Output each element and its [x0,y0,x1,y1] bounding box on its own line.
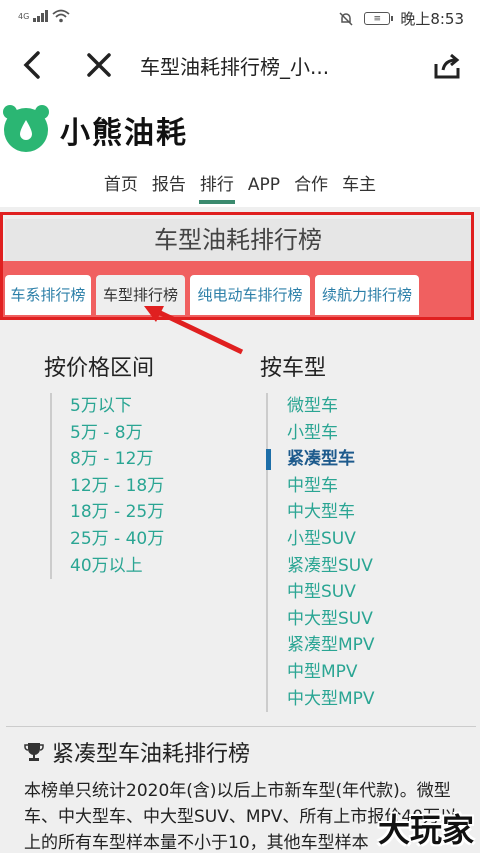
list-item[interactable]: 中大型MPV [287,686,426,713]
signal-icon [33,10,49,22]
list-item[interactable]: 中型MPV [287,659,426,686]
ranking-title: 车型油耗排行榜 [5,219,471,265]
list-item[interactable]: 40万以上 [70,553,210,580]
tab-range-ranking[interactable]: 续航力排行榜 [315,275,419,315]
nav-home[interactable]: 首页 [97,168,145,202]
list-item[interactable]: 中型SUV [287,579,426,606]
list-item[interactable]: 18万 - 25万 [70,499,210,526]
list-item-selected[interactable]: 紧凑型车 [266,446,426,473]
status-bar: 4G ≡ 晚上8:53 [0,0,480,34]
watermark-text: 大玩家 [377,811,474,849]
browser-title-bar: 车型油耗排行榜_小... [0,34,480,98]
wifi-icon [52,9,70,23]
price-range-heading: 按价格区间 [44,356,155,381]
logo-text: 小熊油耗 [60,116,188,151]
tab-series-ranking[interactable]: 车系排行榜 [5,275,91,315]
list-item[interactable]: 中大型车 [287,499,426,526]
list-item[interactable]: 5万以下 [70,393,210,420]
car-type-list: 微型车 小型车 紧凑型车 中型车 中大型车 小型SUV 紧凑型SUV 中型SUV… [266,393,426,713]
list-item[interactable]: 5万 - 8万 [70,420,210,447]
list-item[interactable]: 小型SUV [287,526,426,553]
section-title: 紧凑型车油耗排行榜 [24,736,250,768]
trophy-icon [24,743,44,761]
battery-icon: ≡ [364,12,394,25]
list-item[interactable]: 中型车 [287,473,426,500]
share-icon[interactable] [432,52,462,80]
section-title-text: 紧凑型车油耗排行榜 [52,742,251,767]
mute-bell-icon [339,11,353,26]
list-item[interactable]: 紧凑型MPV [287,632,426,659]
price-range-list: 5万以下 5万 - 8万 8万 - 12万 12万 - 18万 18万 - 25… [50,393,210,580]
back-icon[interactable] [18,48,48,82]
page-title: 车型油耗排行榜_小... [140,55,330,79]
nav-app[interactable]: APP [241,168,287,202]
clock: 晚上8:53 [400,10,464,28]
list-item[interactable]: 25万 - 40万 [70,526,210,553]
list-item[interactable]: 微型车 [287,393,426,420]
site-header: 小熊油耗 [0,98,480,160]
list-item[interactable]: 12万 - 18万 [70,473,210,500]
network-type: 4G [18,11,30,21]
divider [6,726,476,727]
bear-logo-icon[interactable] [0,102,52,154]
list-item[interactable]: 中大型SUV [287,606,426,633]
close-icon[interactable] [84,48,114,82]
nav-ranking[interactable]: 排行 [193,168,241,204]
list-item[interactable]: 紧凑型SUV [287,553,426,580]
list-item[interactable]: 8万 - 12万 [70,446,210,473]
car-type-heading: 按车型 [260,356,327,381]
nav-report[interactable]: 报告 [145,168,193,202]
list-item[interactable]: 小型车 [287,420,426,447]
main-nav: 首页 报告 排行 APP 合作 车主 [0,168,480,206]
annotation-arrow-icon [144,306,244,355]
nav-owner[interactable]: 车主 [335,168,383,202]
nav-cooperation[interactable]: 合作 [287,168,335,202]
